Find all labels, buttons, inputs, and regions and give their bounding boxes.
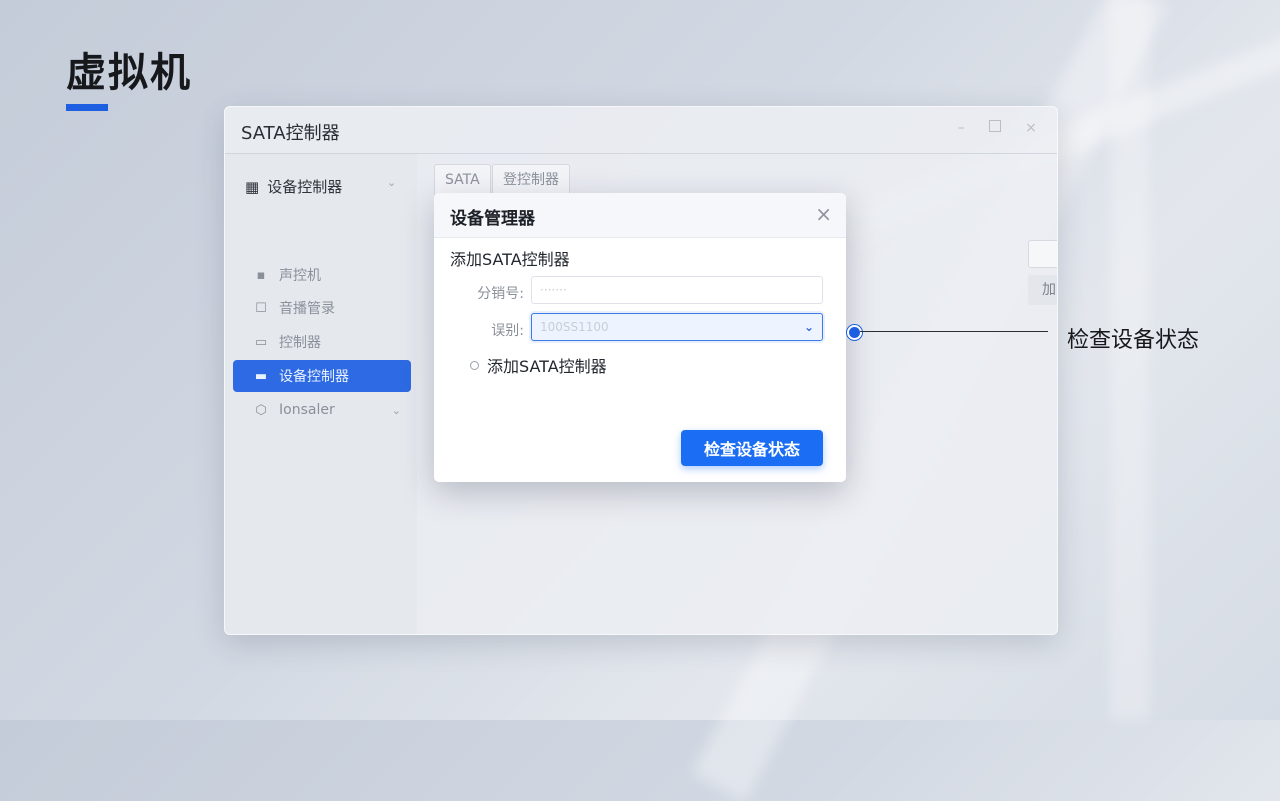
sidebar-item-3[interactable]: ▭ 控制器 <box>233 326 411 358</box>
radio-circle[interactable] <box>470 360 479 370</box>
background-select[interactable]: ⌄ <box>1028 240 1057 268</box>
callout-dot <box>847 325 862 340</box>
device-manager-dialog: 设备管理器 × 添加SATA控制器 分销号: ······· 误别: 100SS… <box>434 193 846 482</box>
check-device-status-button[interactable]: 检查设备状态 <box>681 430 823 466</box>
sidebar-group-label: 设备控制器 <box>267 178 343 196</box>
window-title: SATA控制器 <box>241 123 340 144</box>
sidebar-item-label: 声控机 <box>279 268 321 284</box>
chevron-down-icon: ⌄ <box>387 176 397 189</box>
slot-input[interactable]: ······· <box>531 276 823 304</box>
title-accent-bar <box>66 104 108 111</box>
window-titlebar: SATA控制器 – × <box>225 107 1057 154</box>
chevron-down-icon: ⌄ <box>803 320 814 334</box>
sidebar-item-label: 音播管录 <box>279 301 335 317</box>
maximize-icon[interactable] <box>987 120 1003 136</box>
radio-label: 添加SATA控制器 <box>487 357 607 376</box>
slot-label: 分销号: <box>477 286 524 302</box>
close-icon[interactable]: × <box>815 203 832 225</box>
background-add-controller-row[interactable]: 加SATA控制器 <box>1028 275 1057 305</box>
square-icon: ☐ <box>255 300 267 316</box>
sidebar-item-5[interactable]: ⬡ Ionsaler ⌄ <box>233 394 411 426</box>
chevron-down-icon: ⌄ <box>391 403 401 417</box>
slide-title: 虚拟机 <box>66 50 192 96</box>
sidebar-group-device-controllers[interactable]: ▦ 设备控制器 ⌄ <box>245 176 396 197</box>
folder-icon: ▭ <box>254 334 268 350</box>
add-sata-radio-option[interactable]: 添加SATA控制器 <box>470 353 607 377</box>
controller-icon: ▬ <box>254 368 268 384</box>
sidebar-item-label: 设备控制器 <box>279 369 349 385</box>
sidebar-item-1[interactable]: ▪ 声控机 <box>233 259 411 291</box>
type-select-value: 100SS1100 <box>540 320 609 334</box>
device-group-icon: ▦ <box>245 177 260 196</box>
close-window-icon[interactable]: × <box>1023 120 1039 136</box>
box-icon: ▪ <box>256 267 266 283</box>
sidebar-item-label: 控制器 <box>279 335 321 351</box>
type-label: 误别: <box>491 323 524 339</box>
sidebar: ▦ 设备控制器 ⌄ ▪ 声控机 ☐ 音播管录 ▭ 控制器 ▬ 设备控制器 ⬡ I… <box>225 154 417 634</box>
dialog-header: 设备管理器 × <box>434 193 846 238</box>
sidebar-item-label: Ionsaler <box>279 402 335 418</box>
callout-line <box>860 331 1048 332</box>
callout-text: 检查设备状态 <box>1067 328 1200 353</box>
minimize-icon[interactable]: – <box>953 120 969 136</box>
cube-icon: ⬡ <box>255 402 267 418</box>
sidebar-item-device-controller[interactable]: ▬ 设备控制器 <box>233 360 411 392</box>
section-title: 添加SATA控制器 <box>450 250 570 269</box>
tab-controller[interactable]: 登控制器 <box>492 164 570 195</box>
tab-sata[interactable]: SATA <box>434 164 491 195</box>
sidebar-item-2[interactable]: ☐ 音播管录 <box>233 292 411 324</box>
window-light-beam <box>1110 0 1150 720</box>
type-select[interactable]: 100SS1100 ⌄ <box>531 313 823 341</box>
dialog-title: 设备管理器 <box>450 209 535 229</box>
